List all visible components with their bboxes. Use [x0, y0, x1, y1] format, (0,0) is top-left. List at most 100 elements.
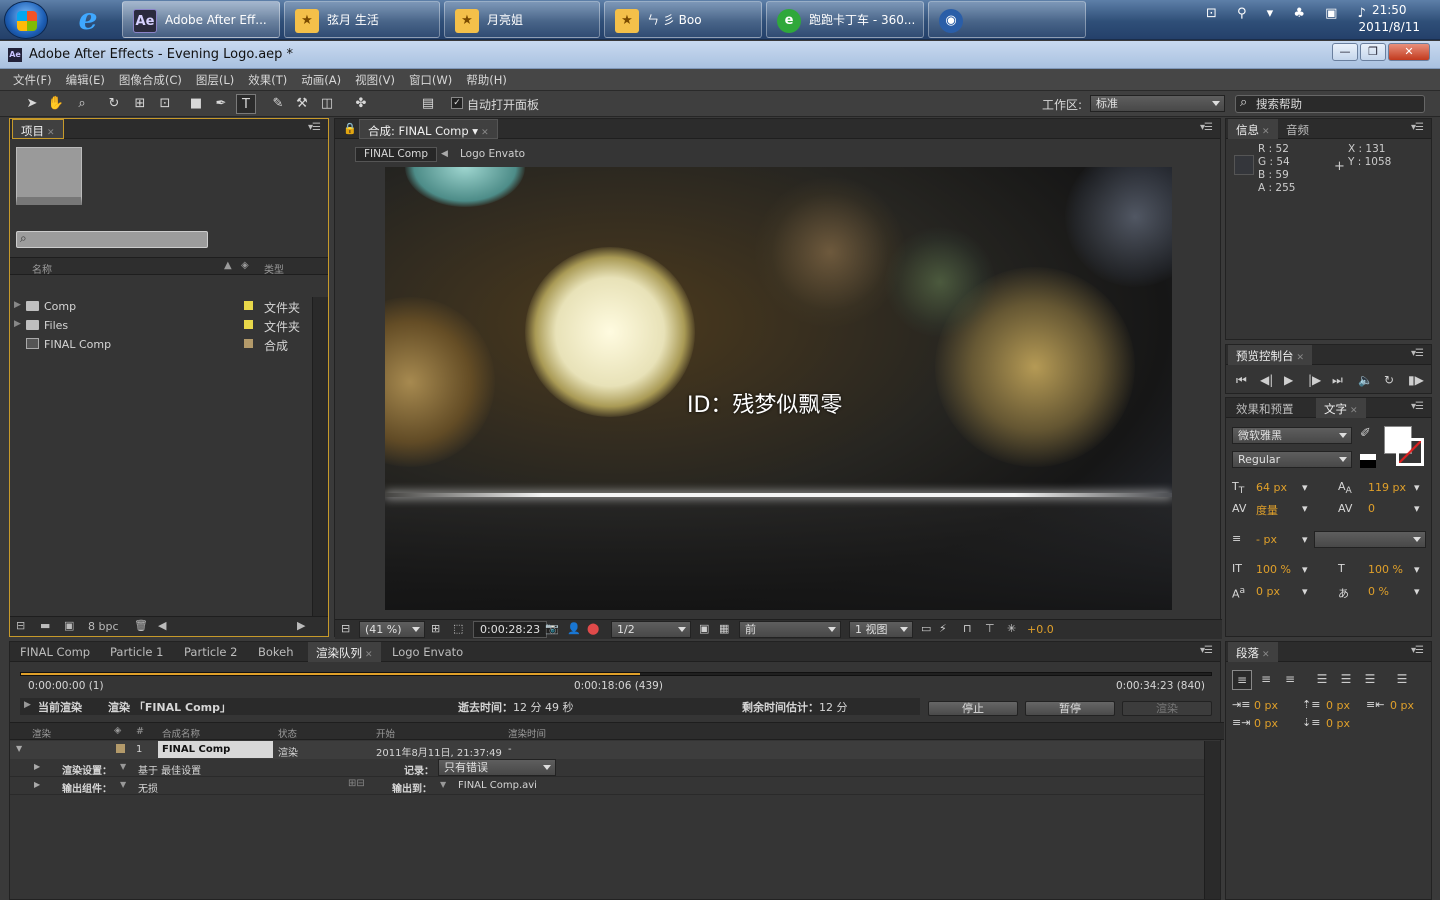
selection-tool-icon[interactable]: ➤	[22, 94, 42, 114]
expand-arrow-icon[interactable]: ▶	[14, 319, 21, 329]
trash-icon[interactable]: 🗑	[134, 619, 148, 632]
tab-render-queue[interactable]: 渲染队列 ✕	[308, 642, 381, 662]
timeline-icon[interactable]: ⊓	[963, 622, 972, 635]
render-queue-scrollbar[interactable]	[1204, 741, 1220, 899]
menu-edit[interactable]: 编辑(E)	[59, 69, 112, 88]
panel-menu-icon[interactable]: ▾☰	[308, 122, 321, 133]
snapshot-camera-icon[interactable]: 📷	[545, 622, 559, 635]
justify-center-icon[interactable]: ☰	[1336, 670, 1356, 690]
tab-audio[interactable]: 音频	[1278, 119, 1317, 139]
font-style-select[interactable]: Regular	[1232, 451, 1352, 468]
dropdown-arrow-icon[interactable]: ▾	[1414, 563, 1420, 576]
col-type[interactable]: 类型	[264, 261, 284, 276]
composition-viewer[interactable]: ID：残梦似飘零	[385, 167, 1172, 610]
workspace-select[interactable]: 标准	[1090, 95, 1225, 112]
render-button[interactable]: 渲染	[1122, 701, 1212, 716]
show-snapshot-icon[interactable]: 👤	[567, 622, 581, 635]
scroll-left-icon[interactable]: ◀	[158, 619, 166, 632]
black-swatch[interactable]	[1360, 460, 1376, 468]
collapse-arrow-icon[interactable]: ▼	[16, 744, 22, 753]
justify-left-icon[interactable]: ☰	[1312, 670, 1332, 690]
close-button[interactable]: ✕	[1388, 43, 1430, 61]
output-file-value[interactable]: FINAL Comp.avi	[458, 780, 537, 791]
expand-arrow-icon[interactable]: ▶	[34, 762, 40, 771]
dropdown-arrow-icon[interactable]: ▾	[1302, 481, 1308, 494]
current-time-display[interactable]: 0:00:28:23	[473, 621, 548, 638]
dropdown-arrow-icon[interactable]: ▾	[1414, 585, 1420, 598]
pan-behind-tool-icon[interactable]: ⊡	[155, 94, 175, 114]
bit-depth-label[interactable]: 8 bpc	[88, 620, 119, 633]
tab-final-comp[interactable]: FINAL Comp	[12, 642, 98, 662]
reset-exposure-icon[interactable]: ✳	[1007, 622, 1016, 635]
space-before-value[interactable]: 0 px	[1326, 699, 1350, 712]
menu-view[interactable]: 视图(V)	[348, 69, 402, 88]
scroll-right-icon[interactable]: ▶	[297, 619, 305, 632]
search-help-input[interactable]: 搜索帮助	[1235, 95, 1425, 113]
dropdown-arrow-icon[interactable]: ▼	[120, 762, 126, 771]
exposure-value[interactable]: +0.0	[1027, 623, 1054, 636]
close-icon[interactable]: ✕	[365, 650, 373, 660]
mask-visibility-icon[interactable]: ⬚	[453, 622, 463, 635]
panel-toggle-icon[interactable]: ▤	[418, 94, 438, 114]
dropdown-arrow-icon[interactable]: ▾	[1414, 481, 1420, 494]
close-icon[interactable]: ✕	[47, 128, 55, 138]
expand-arrow-icon[interactable]: ▶	[24, 700, 31, 710]
panel-menu-icon[interactable]: ▾☰	[1411, 122, 1424, 133]
indent-right-value[interactable]: 0 px	[1390, 699, 1414, 712]
tab-project[interactable]: 项目 ✕	[12, 119, 64, 139]
taskbar-item-qq-penguin[interactable]: ◉	[928, 1, 1086, 38]
zoom-tool-icon[interactable]: ⌕	[72, 94, 92, 114]
taskbar-item-qq-2[interactable]: ★ 月亮姐	[444, 1, 600, 38]
eraser-tool-icon[interactable]: ◫	[317, 94, 337, 114]
close-icon[interactable]: ✕	[1297, 353, 1305, 363]
menu-effect[interactable]: 效果(T)	[241, 69, 294, 88]
col-status[interactable]: 状态	[278, 726, 297, 740]
menu-composition[interactable]: 图像合成(C)	[112, 69, 189, 88]
3d-view-select[interactable]: 前	[739, 621, 841, 638]
add-output-icon[interactable]: ⊞⊟	[348, 778, 365, 789]
tsume-value[interactable]: 0 %	[1368, 585, 1389, 598]
project-scrollbar[interactable]	[312, 297, 328, 617]
safe-zones-icon[interactable]: ⊞	[431, 622, 440, 635]
taskbar-item-qq-1[interactable]: ★ 弦月 生活	[284, 1, 440, 38]
space-after-value[interactable]: 0 px	[1326, 717, 1350, 730]
dropdown-arrow-icon[interactable]: ▾	[1302, 502, 1308, 515]
close-icon[interactable]: ✕	[1262, 127, 1270, 137]
fast-previews-icon[interactable]: ⚡	[939, 622, 947, 635]
align-center-icon[interactable]: ≡	[1256, 670, 1276, 690]
audio-icon[interactable]: 🔈	[1358, 373, 1373, 387]
output-module-value[interactable]: 无损	[138, 780, 158, 795]
previous-frame-icon[interactable]: ◀|	[1260, 373, 1273, 387]
tab-bokeh[interactable]: Bokeh	[250, 642, 302, 662]
flowchart-icon[interactable]: ⊤	[985, 622, 995, 635]
stroke-type-select[interactable]	[1314, 531, 1426, 548]
minimize-button[interactable]: —	[1332, 43, 1358, 61]
dropdown-arrow-icon[interactable]: ▾	[1414, 502, 1420, 515]
col-number[interactable]: #	[136, 726, 144, 737]
expand-arrow-icon[interactable]: ▶	[14, 300, 21, 310]
rectangle-tool-icon[interactable]: ■	[186, 94, 206, 114]
maximize-button[interactable]: ❐	[1360, 43, 1386, 61]
first-frame-icon[interactable]: ⏮	[1236, 373, 1247, 388]
camera-tool-icon[interactable]: ⊞	[130, 94, 150, 114]
start-button[interactable]	[4, 1, 48, 39]
label-color-swatch[interactable]	[116, 744, 125, 753]
stroke-color-swatch[interactable]	[1396, 438, 1424, 466]
view-layout-select[interactable]: 1 视图	[849, 621, 913, 638]
first-line-indent-value[interactable]: 0 px	[1254, 717, 1278, 730]
taskbar-item-qq-3[interactable]: ★ ㄣ 彡 Boo	[604, 1, 762, 38]
next-frame-icon[interactable]: |▶	[1308, 373, 1321, 387]
render-comp-name[interactable]: FINAL Comp	[158, 741, 273, 758]
project-item-files[interactable]: ▶ Files 文件夹	[10, 316, 310, 335]
expand-arrow-icon[interactable]: ▶	[34, 780, 40, 789]
magnification-select[interactable]: (41 %)	[359, 621, 425, 638]
tracking-value[interactable]: 0	[1368, 502, 1375, 515]
col-comp-name[interactable]: 合成名称	[162, 726, 200, 740]
puppet-tool-icon[interactable]: ✤	[351, 94, 371, 114]
region-of-interest-icon[interactable]: ▣	[699, 622, 709, 635]
menu-file[interactable]: 文件(F)	[6, 69, 59, 88]
font-family-select[interactable]: 微软雅黑	[1232, 427, 1352, 444]
play-icon[interactable]: ▶	[1284, 373, 1293, 387]
taskbar-item-aftereffects[interactable]: Ae Adobe After Eff...	[122, 1, 280, 38]
tab-paragraph[interactable]: 段落 ✕	[1228, 642, 1278, 662]
